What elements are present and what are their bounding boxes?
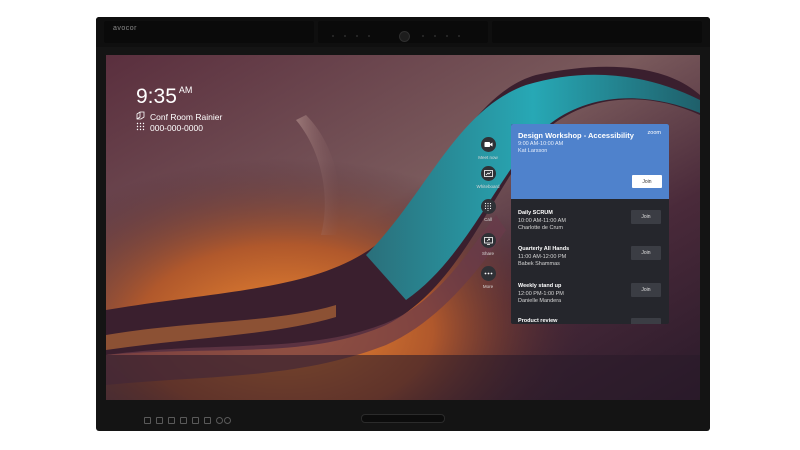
dialpad-icon bbox=[136, 122, 146, 133]
join-button[interactable]: Join bbox=[631, 283, 661, 297]
meeting-item[interactable]: Product review bbox=[511, 318, 669, 324]
meetings-panel: Design Workshop - Accessibility 9:00 AM-… bbox=[511, 124, 669, 324]
meeting-title: Design Workshop - Accessibility bbox=[518, 131, 634, 140]
source-button[interactable] bbox=[156, 417, 163, 424]
join-button[interactable] bbox=[631, 318, 661, 324]
whiteboard-label: Whiteboard bbox=[476, 184, 500, 189]
sensor-light bbox=[216, 417, 223, 424]
share-screen-icon bbox=[480, 233, 496, 248]
more-label: More bbox=[482, 284, 494, 289]
sensor-dot bbox=[356, 35, 358, 37]
call-label: Call bbox=[484, 217, 492, 222]
room-name-row: Conf Room Rainier bbox=[136, 111, 222, 122]
sensor-dot bbox=[344, 35, 346, 37]
remote-sensor bbox=[224, 417, 231, 424]
volume-up-button[interactable] bbox=[204, 417, 211, 424]
more-button[interactable]: More bbox=[473, 266, 503, 289]
up-button[interactable] bbox=[180, 417, 187, 424]
sensor-dot bbox=[458, 35, 460, 37]
meeting-time: 11:00 AM-12:00 PM bbox=[518, 254, 567, 260]
meeting-time: 10:00 AM-11:00 AM bbox=[518, 218, 566, 224]
sensor-dot bbox=[446, 35, 448, 37]
meeting-organizer: Babek Shammas bbox=[518, 261, 560, 267]
sensor-dot bbox=[368, 35, 370, 37]
share-button[interactable]: Share bbox=[473, 233, 503, 256]
featured-meeting-card[interactable]: Design Workshop - Accessibility 9:00 AM-… bbox=[511, 124, 669, 199]
room-icon bbox=[136, 111, 146, 122]
meeting-title: Weekly stand up bbox=[518, 283, 562, 289]
meeting-time: 9:00 AM-10:00 AM bbox=[518, 141, 564, 147]
dialpad-icon bbox=[480, 199, 496, 214]
meeting-time: 12:00 PM-1:00 PM bbox=[518, 291, 564, 297]
join-button[interactable]: Join bbox=[631, 246, 661, 260]
meeting-title: Quarterly All Hands bbox=[518, 246, 570, 252]
meeting-item[interactable]: Weekly stand up 12:00 PM-1:00 PM Daniell… bbox=[511, 283, 669, 321]
right-speaker bbox=[492, 21, 702, 43]
sensor-dot bbox=[422, 35, 424, 37]
room-phone-row: 000-000-0000 bbox=[136, 122, 203, 133]
sensor-dot bbox=[332, 35, 334, 37]
clock: 9:35 AM bbox=[136, 85, 192, 109]
video-camera-icon bbox=[480, 137, 496, 152]
menu-button[interactable] bbox=[168, 417, 175, 424]
screen: 9:35 AM Conf Room Rainier 000-000-0000 M… bbox=[106, 55, 700, 400]
meeting-title: Product review bbox=[518, 318, 558, 324]
camera-icon bbox=[399, 31, 410, 42]
more-dots-icon bbox=[480, 266, 496, 281]
meeting-title: Daily SCRUM bbox=[518, 210, 553, 216]
meeting-organizer: Kat Larsson bbox=[518, 148, 548, 154]
top-bezel: avocor bbox=[96, 17, 710, 47]
meeting-organizer: Danielle Mandera bbox=[518, 298, 562, 304]
sensor-dot bbox=[434, 35, 436, 37]
whiteboard-button[interactable]: Whiteboard bbox=[473, 166, 503, 189]
meeting-organizer: Charlotte de Crum bbox=[518, 225, 563, 231]
pen-tray bbox=[361, 414, 445, 423]
meeting-item[interactable]: Quarterly All Hands 11:00 AM-12:00 PM Ba… bbox=[511, 246, 669, 284]
whiteboard-icon bbox=[480, 166, 496, 181]
call-button[interactable]: Call bbox=[473, 199, 503, 222]
meet-now-button[interactable]: Meet now bbox=[473, 137, 503, 160]
brand-logo: avocor bbox=[113, 25, 138, 32]
zoom-logo: zoom bbox=[647, 130, 661, 136]
bottom-bezel bbox=[96, 406, 710, 431]
clock-ampm: AM bbox=[178, 85, 193, 95]
display-device: avocor 9:35 AM Conf Room Rainier 000-000… bbox=[96, 17, 710, 431]
power-button[interactable] bbox=[144, 417, 151, 424]
share-label: Share bbox=[481, 251, 494, 256]
join-button[interactable]: Join bbox=[632, 175, 662, 188]
meet-now-label: Meet now bbox=[478, 155, 498, 160]
meeting-item[interactable]: Daily SCRUM 10:00 AM-11:00 AM Charlotte … bbox=[511, 210, 669, 248]
join-button[interactable]: Join bbox=[631, 210, 661, 224]
volume-button[interactable] bbox=[192, 417, 199, 424]
room-name: Conf Room Rainier bbox=[150, 111, 223, 122]
room-phone: 000-000-0000 bbox=[150, 122, 203, 133]
clock-time: 9:35 bbox=[136, 85, 177, 108]
